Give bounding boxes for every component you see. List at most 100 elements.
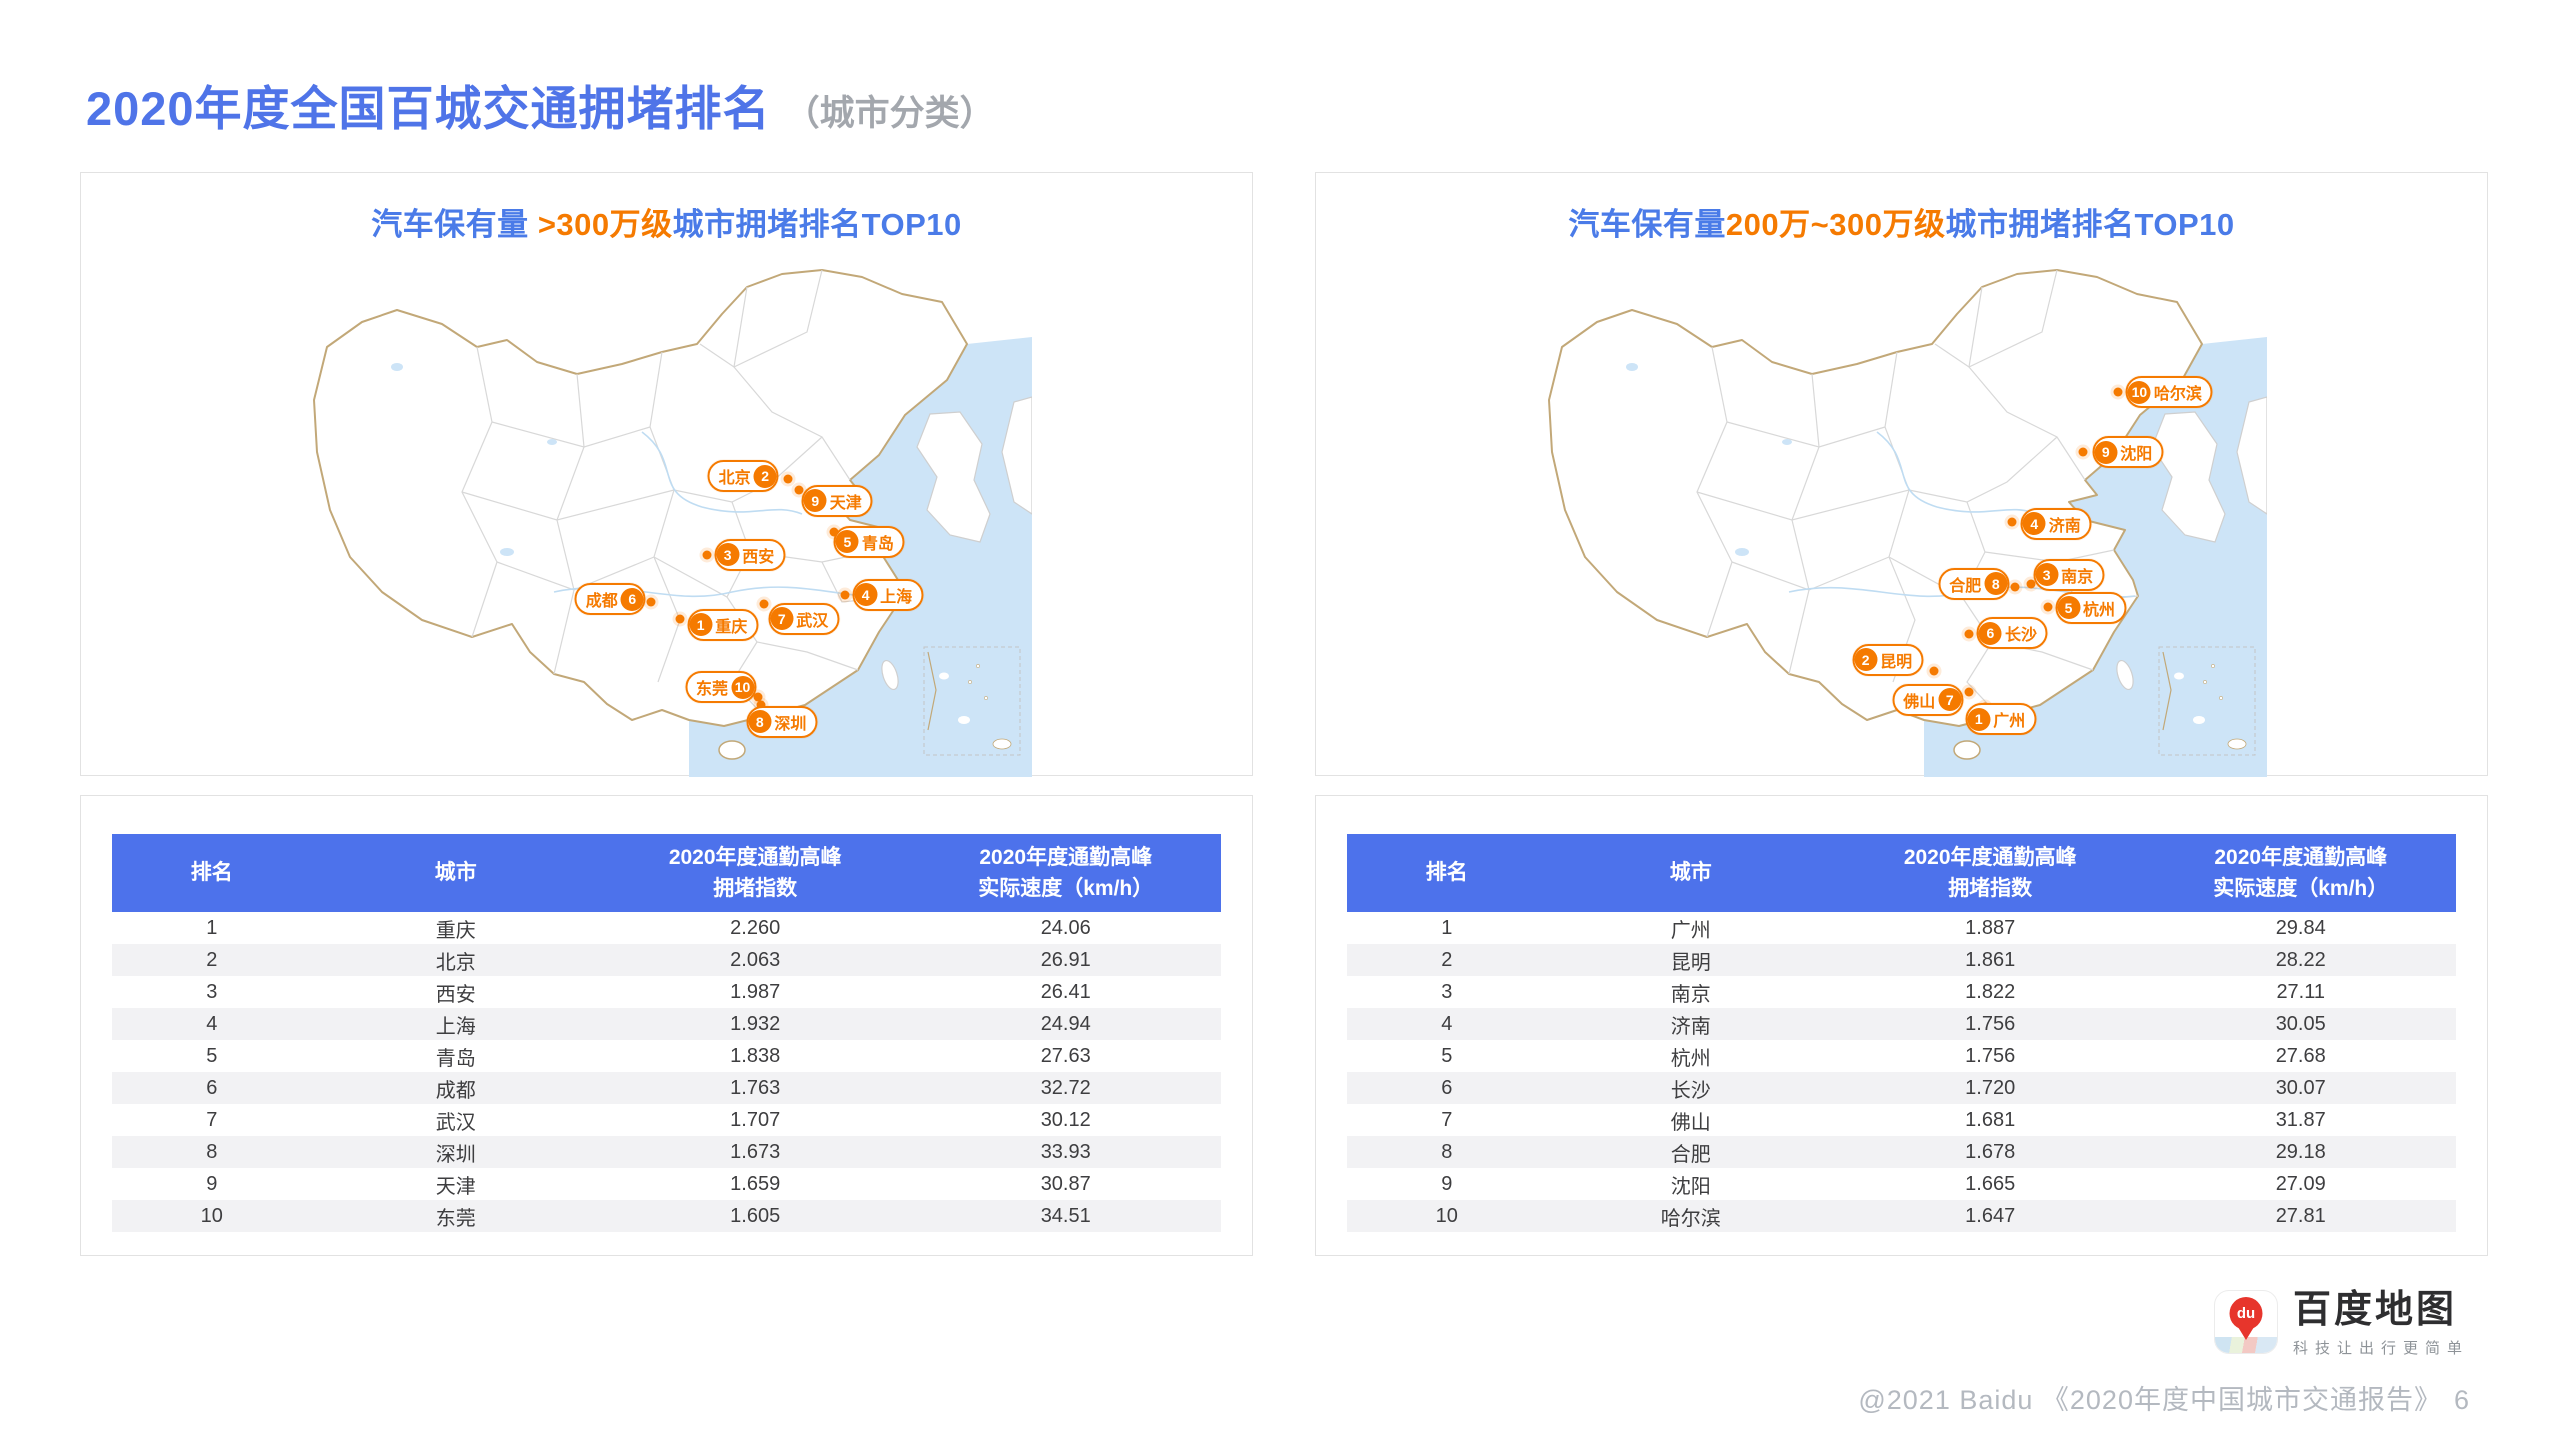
rank-badge: 3 bbox=[716, 543, 739, 566]
table-cell: 西安 bbox=[312, 976, 600, 1008]
table-cell: 31.87 bbox=[2145, 1104, 2456, 1136]
table-cell: 杭州 bbox=[1547, 1040, 1835, 1072]
table-cell: 9 bbox=[1347, 1168, 1547, 1200]
table-row: 5青岛1.83827.63 bbox=[112, 1040, 1221, 1072]
table-cell: 10 bbox=[112, 1200, 312, 1232]
table-cell: 2 bbox=[112, 944, 312, 976]
rank-badge: 8 bbox=[1984, 572, 2007, 595]
rank-badge: 9 bbox=[804, 489, 827, 512]
city-dot bbox=[2010, 582, 2019, 591]
city-dot bbox=[1930, 666, 1939, 675]
table-cell: 1.887 bbox=[1835, 912, 2146, 944]
panel-title-part: 汽车保有量 bbox=[1568, 207, 1726, 242]
table-cell: 27.11 bbox=[2145, 976, 2456, 1008]
table-cell: 1.932 bbox=[600, 1008, 911, 1040]
table-cell: 重庆 bbox=[312, 912, 600, 944]
table-header-cell: 城市 bbox=[312, 834, 600, 912]
table-cell: 29.18 bbox=[2145, 1136, 2456, 1168]
city-label: 南京 bbox=[2061, 563, 2093, 587]
map-card: 汽车保有量 >300万级城市拥堵排名TOP10 bbox=[80, 172, 1253, 776]
table-cell: 佛山 bbox=[1547, 1104, 1835, 1136]
table-header-row: 排名城市2020年度通勤高峰 拥堵指数2020年度通勤高峰 实际速度（km/h） bbox=[1347, 834, 2456, 912]
panel-title-part: 200万~300万级 bbox=[1726, 207, 1946, 242]
city-label: 深圳 bbox=[774, 710, 806, 734]
table-row: 7武汉1.70730.12 bbox=[112, 1104, 1221, 1136]
city-dot bbox=[1965, 687, 1974, 696]
table-cell: 27.09 bbox=[2145, 1168, 2456, 1200]
city-label: 昆明 bbox=[1880, 648, 1912, 672]
table-cell: 29.84 bbox=[2145, 912, 2456, 944]
copyright-text: @2021 Baidu 《2020年度中国城市交通报告》 bbox=[1858, 1378, 2442, 1417]
city-marker-rank-2: 2昆明 bbox=[1852, 644, 1923, 676]
table-cell: 1.861 bbox=[1835, 944, 2146, 976]
city-marker-rank-5: 5青岛 bbox=[834, 526, 905, 558]
city-dot bbox=[1964, 630, 1973, 639]
table-cell: 1.673 bbox=[600, 1136, 911, 1168]
panel-2m-to-3m: 汽车保有量200万~300万级城市拥堵排名TOP10 bbox=[1315, 172, 2488, 1256]
city-dot bbox=[2078, 448, 2087, 457]
table-cell: 27.63 bbox=[910, 1040, 1221, 1072]
city-label: 天津 bbox=[830, 489, 862, 513]
city-label: 济南 bbox=[2049, 512, 2081, 536]
table-cell: 1.678 bbox=[1835, 1136, 2146, 1168]
page-subtitle: （城市分类） bbox=[785, 85, 995, 136]
table-cell: 1.822 bbox=[1835, 976, 2146, 1008]
city-label: 哈尔滨 bbox=[2154, 380, 2202, 404]
table-header-cell: 排名 bbox=[1347, 834, 1547, 912]
city-marker-rank-7: 7武汉 bbox=[768, 603, 839, 635]
baidu-maps-logo: du 百度地图 科技让出行更简单 bbox=[2214, 1290, 2469, 1358]
table-cell: 上海 bbox=[312, 1008, 600, 1040]
table-cell: 3 bbox=[112, 976, 312, 1008]
city-dot bbox=[2113, 388, 2122, 397]
map-overlay: 10哈尔滨9沈阳4济南合肥83南京5杭州6长沙2昆明佛山71广州 bbox=[1537, 252, 2267, 777]
city-label: 广州 bbox=[1993, 707, 2025, 731]
table-cell: 4 bbox=[112, 1008, 312, 1040]
china-map: 10哈尔滨9沈阳4济南合肥83南京5杭州6长沙2昆明佛山71广州 bbox=[1537, 252, 2267, 777]
city-marker-rank-6: 成都6 bbox=[575, 583, 646, 615]
table-row: 9沈阳1.66527.09 bbox=[1347, 1168, 2456, 1200]
baidu-maps-app-icon: du bbox=[2214, 1290, 2278, 1354]
panel-title-part: 汽车保有量 bbox=[371, 207, 538, 242]
table-cell: 1.987 bbox=[600, 976, 911, 1008]
rank-badge: 4 bbox=[2023, 512, 2046, 535]
city-marker-rank-9: 9天津 bbox=[802, 485, 873, 517]
ranking-table: 排名城市2020年度通勤高峰 拥堵指数2020年度通勤高峰 实际速度（km/h）… bbox=[1347, 834, 2456, 1232]
table-row: 6成都1.76332.72 bbox=[112, 1072, 1221, 1104]
rank-badge: 2 bbox=[754, 465, 777, 488]
table-cell: 27.68 bbox=[2145, 1040, 2456, 1072]
city-dot bbox=[784, 474, 793, 483]
city-dot bbox=[760, 599, 769, 608]
table-row: 1重庆2.26024.06 bbox=[112, 912, 1221, 944]
rank-badge: 1 bbox=[689, 613, 712, 636]
logo-text-block: 百度地图 科技让出行更简单 bbox=[2293, 1290, 2469, 1358]
table-cell: 1.838 bbox=[600, 1040, 911, 1072]
table-cell: 24.06 bbox=[910, 912, 1221, 944]
rank-badge: 10 bbox=[2128, 381, 2151, 404]
table-cell: 3 bbox=[1347, 976, 1547, 1008]
table-cell: 4 bbox=[1347, 1008, 1547, 1040]
city-marker-rank-5: 5杭州 bbox=[2055, 592, 2126, 624]
city-label: 沈阳 bbox=[2120, 440, 2152, 464]
rank-badge: 6 bbox=[621, 588, 644, 611]
city-marker-rank-8: 8深圳 bbox=[746, 706, 817, 738]
city-dot bbox=[840, 590, 849, 599]
panel-title: 汽车保有量 >300万级城市拥堵排名TOP10 bbox=[81, 199, 1252, 244]
table-row: 5杭州1.75627.68 bbox=[1347, 1040, 2456, 1072]
rank-badge: 2 bbox=[1854, 648, 1877, 671]
table-header-cell: 2020年度通勤高峰 实际速度（km/h） bbox=[2145, 834, 2456, 912]
table-row: 2昆明1.86128.22 bbox=[1347, 944, 2456, 976]
table-header-row: 排名城市2020年度通勤高峰 拥堵指数2020年度通勤高峰 实际速度（km/h） bbox=[112, 834, 1221, 912]
rank-badge: 7 bbox=[770, 607, 793, 630]
city-dot bbox=[675, 614, 684, 623]
table-cell: 青岛 bbox=[312, 1040, 600, 1072]
table-cell: 南京 bbox=[1547, 976, 1835, 1008]
rank-badge: 9 bbox=[2094, 441, 2117, 464]
table-cell: 26.91 bbox=[910, 944, 1221, 976]
table-row: 9天津1.65930.87 bbox=[112, 1168, 1221, 1200]
table-header-cell: 2020年度通勤高峰 拥堵指数 bbox=[600, 834, 911, 912]
page-title: 2020年度全国百城交通拥堵排名 bbox=[86, 70, 771, 139]
city-label: 上海 bbox=[880, 583, 912, 607]
rank-badge: 4 bbox=[854, 583, 877, 606]
map-overlay: 北京29天津5青岛3西安成都61重庆7武汉4上海东莞108深圳 bbox=[302, 252, 1032, 777]
ranking-table-card: 排名城市2020年度通勤高峰 拥堵指数2020年度通勤高峰 实际速度（km/h）… bbox=[80, 795, 1253, 1256]
